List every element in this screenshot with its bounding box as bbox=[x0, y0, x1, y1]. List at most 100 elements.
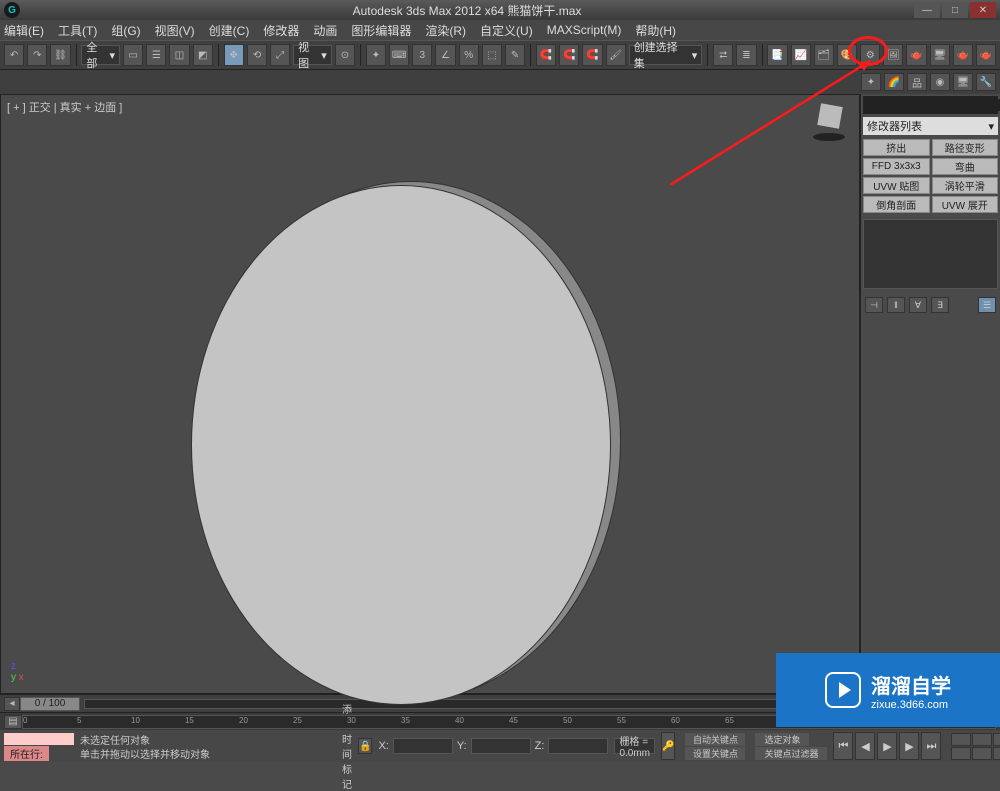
motion-tab[interactable]: ◉ bbox=[930, 73, 950, 91]
mod-extrude[interactable]: 挤出 bbox=[863, 139, 930, 156]
show-end-result-button[interactable]: ‖ bbox=[887, 297, 905, 313]
menu-animation[interactable]: 动画 bbox=[313, 22, 337, 39]
hierarchy-tab[interactable]: 品 bbox=[907, 73, 927, 91]
rendered-frame-button[interactable]: 🖼 bbox=[883, 44, 903, 66]
auto-key-button[interactable]: 自动关键点 bbox=[685, 733, 745, 746]
zoom-button[interactable] bbox=[951, 733, 971, 746]
x-field[interactable] bbox=[393, 738, 453, 754]
mirror-button[interactable]: ⮂ bbox=[713, 44, 733, 66]
time-back-button[interactable]: ◂ bbox=[4, 697, 20, 711]
brush-button[interactable]: 🖌 bbox=[606, 44, 626, 66]
menu-maxscript[interactable]: MAXScript(M) bbox=[547, 23, 622, 37]
menu-create[interactable]: 创建(C) bbox=[209, 22, 250, 39]
percent-snap-button[interactable]: % bbox=[459, 44, 479, 66]
window-crossing-button[interactable]: ◩ bbox=[193, 44, 213, 66]
time-slider[interactable]: 0 / 100 bbox=[20, 697, 80, 711]
named-selection-dropdown[interactable]: 创建选择集 bbox=[629, 45, 703, 65]
view-cube[interactable] bbox=[807, 101, 851, 141]
select-rotate-button[interactable]: ⟲ bbox=[247, 44, 267, 66]
fov-button[interactable] bbox=[951, 747, 971, 760]
select-scale-button[interactable]: ⤢ bbox=[270, 44, 290, 66]
mod-pathdeform[interactable]: 路径变形 bbox=[932, 139, 999, 156]
orbit-button[interactable] bbox=[993, 747, 1000, 760]
remove-modifier-button[interactable]: ∃ bbox=[931, 297, 949, 313]
material-editor-button[interactable]: 🎨 bbox=[837, 44, 857, 66]
menu-customize[interactable]: 自定义(U) bbox=[480, 22, 533, 39]
mod-bend[interactable]: 弯曲 bbox=[932, 158, 999, 175]
align-button[interactable]: ≣ bbox=[736, 44, 756, 66]
object-name-field[interactable] bbox=[863, 99, 1000, 111]
select-manipulate-button[interactable]: ✦ bbox=[366, 44, 386, 66]
layer-manager-button[interactable]: 📑 bbox=[767, 44, 787, 66]
selected-only-button[interactable]: 选定对象 bbox=[755, 733, 809, 746]
maximize-button[interactable]: □ bbox=[942, 2, 968, 18]
viewport-label[interactable]: [ + ] 正交 | 真实 + 边面 ] bbox=[7, 99, 122, 115]
pin-stack-button[interactable]: ⊣ bbox=[865, 297, 883, 313]
keyboard-shortcut-button[interactable]: ⌨ bbox=[389, 44, 409, 66]
menu-tools[interactable]: 工具(T) bbox=[58, 22, 97, 39]
use-pivot-button[interactable]: ⊙ bbox=[335, 44, 355, 66]
render-iterative-button[interactable]: 🖥 bbox=[930, 44, 950, 66]
render-production-highlighted[interactable]: 🫖 bbox=[906, 44, 926, 66]
make-unique-button[interactable]: ∀ bbox=[909, 297, 927, 313]
edit-named-sel-button[interactable]: ✎ bbox=[505, 44, 525, 66]
key-filters-button[interactable]: 关键点过滤器 bbox=[755, 747, 827, 760]
curve-editor-button[interactable]: 📈 bbox=[791, 44, 811, 66]
menu-edit[interactable]: 编辑(E) bbox=[4, 22, 44, 39]
mod-turbosmooth[interactable]: 涡轮平滑 bbox=[932, 177, 999, 194]
goto-end-button[interactable]: ⏭ bbox=[921, 732, 941, 760]
mod-bevelprofile[interactable]: 倒角剖面 bbox=[863, 196, 930, 213]
menu-modifiers[interactable]: 修改器 bbox=[263, 22, 299, 39]
scene-object-cylinder[interactable] bbox=[141, 155, 641, 715]
menu-group[interactable]: 组(G) bbox=[111, 22, 140, 39]
configure-sets-button[interactable]: ☰ bbox=[978, 297, 996, 313]
magnet-button[interactable]: 🧲 bbox=[536, 44, 556, 66]
mod-ffd[interactable]: FFD 3x3x3 bbox=[863, 158, 930, 175]
magnet-point-button[interactable]: 🧲 bbox=[559, 44, 579, 66]
create-tab[interactable]: ✦ bbox=[861, 73, 881, 91]
prev-frame-button[interactable]: ◀ bbox=[855, 732, 875, 760]
goto-start-button[interactable]: ⏮ bbox=[833, 732, 853, 760]
teapot-render-button[interactable]: 🫖 bbox=[953, 44, 973, 66]
link-button[interactable]: ⛓ bbox=[50, 44, 70, 66]
selection-filter-dropdown[interactable]: 全部 bbox=[81, 45, 120, 65]
y-field[interactable] bbox=[471, 738, 531, 754]
reference-coord-dropdown[interactable]: 视图 bbox=[293, 45, 332, 65]
spinner-snap-button[interactable]: ⬚ bbox=[482, 44, 502, 66]
select-object-button[interactable]: ▭ bbox=[123, 44, 143, 66]
menu-graph[interactable]: 图形编辑器 bbox=[351, 22, 411, 39]
close-button[interactable]: ✕ bbox=[970, 2, 996, 18]
zoom-extents-button[interactable] bbox=[993, 733, 1000, 746]
select-region-button[interactable]: ◫ bbox=[169, 44, 189, 66]
teapot2-button[interactable]: 🫖 bbox=[976, 44, 996, 66]
select-move-button[interactable]: ✥ bbox=[224, 44, 244, 66]
menu-render[interactable]: 渲染(R) bbox=[425, 22, 466, 39]
viewport[interactable]: [ + ] 正交 | 真实 + 边面 ] zy x bbox=[0, 94, 860, 694]
modifier-list-dropdown[interactable]: 修改器列表▾ bbox=[863, 117, 998, 135]
redo-button[interactable]: ↷ bbox=[27, 44, 47, 66]
undo-button[interactable]: ↶ bbox=[4, 44, 24, 66]
menu-help[interactable]: 帮助(H) bbox=[635, 22, 676, 39]
set-key-button[interactable]: 设置关键点 bbox=[685, 747, 745, 760]
modifier-stack[interactable] bbox=[863, 219, 998, 289]
selection-lock-icon[interactable]: 🔒 bbox=[358, 738, 372, 754]
pan-button[interactable] bbox=[972, 747, 992, 760]
next-frame-button[interactable]: ▶ bbox=[899, 732, 919, 760]
select-by-name-button[interactable]: ☰ bbox=[146, 44, 166, 66]
modify-tab[interactable]: 🌈 bbox=[884, 73, 904, 91]
mini-curve-editor-button[interactable]: ▤ bbox=[4, 715, 22, 729]
render-setup-button[interactable]: ⚙ bbox=[860, 44, 880, 66]
schematic-view-button[interactable]: 🗂 bbox=[814, 44, 834, 66]
snap-toggle-2d[interactable]: 3 bbox=[412, 44, 432, 66]
minimize-button[interactable]: — bbox=[914, 2, 940, 18]
utilities-tab[interactable]: 🔧 bbox=[976, 73, 996, 91]
menu-views[interactable]: 视图(V) bbox=[155, 22, 195, 39]
mod-uvwmap[interactable]: UVW 贴图 bbox=[863, 177, 930, 194]
key-mode-icon[interactable]: 🔑 bbox=[661, 732, 675, 760]
z-field[interactable] bbox=[548, 738, 608, 754]
zoom-all-button[interactable] bbox=[972, 733, 992, 746]
play-button[interactable]: ▶ bbox=[877, 732, 897, 760]
magnet-edge-button[interactable]: 🧲 bbox=[582, 44, 602, 66]
angle-snap-button[interactable]: ∠ bbox=[435, 44, 455, 66]
display-tab[interactable]: 🖥 bbox=[953, 73, 973, 91]
